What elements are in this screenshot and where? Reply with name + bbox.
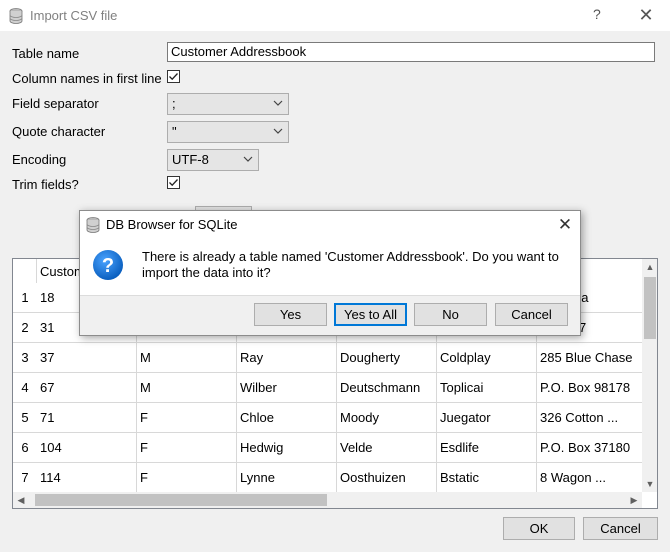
table-cell[interactable]: P.O. Box 37180	[537, 433, 642, 463]
corner-cell	[13, 259, 37, 285]
table-cell[interactable]: 114	[37, 463, 137, 493]
table-cell[interactable]: Velde	[337, 433, 437, 463]
table-cell[interactable]: Oosthuizen	[337, 463, 437, 493]
encoding-value: UTF-8	[172, 152, 209, 167]
window-close-button[interactable]: ✕	[634, 4, 658, 28]
yes-to-all-button[interactable]: Yes to All	[334, 303, 407, 326]
svg-text:?: ?	[102, 255, 114, 277]
dialog-cancel-button[interactable]: Cancel	[495, 303, 568, 326]
row-number[interactable]: 4	[13, 373, 37, 403]
quote-character-label: Quote character	[12, 124, 106, 139]
vertical-scrollbar[interactable]: ▲ ▼	[642, 259, 657, 492]
no-button[interactable]: No	[414, 303, 487, 326]
quote-character-value: "	[172, 124, 177, 139]
field-separator-label: Field separator	[12, 96, 99, 111]
table-cell[interactable]: 326 Cotton ...	[537, 403, 642, 433]
table-cell[interactable]: Dougherty	[337, 343, 437, 373]
row-number[interactable]: 3	[13, 343, 37, 373]
field-separator-select[interactable]: ;	[167, 93, 289, 115]
check-icon	[169, 179, 178, 187]
column-names-label: Column names in first line	[12, 71, 162, 86]
row-number[interactable]: 6	[13, 433, 37, 463]
row-number[interactable]: 5	[13, 403, 37, 433]
dialog-message-line: import the data into it?	[142, 265, 271, 280]
table-cell[interactable]: Chloe	[237, 403, 337, 433]
vertical-scroll-thumb[interactable]	[644, 277, 656, 339]
dialog-body: ? There is already a table named 'Custom…	[80, 239, 580, 295]
scroll-up-icon[interactable]: ▲	[642, 259, 657, 275]
encoding-label: Encoding	[12, 152, 67, 167]
table-cell[interactable]: Wilber	[237, 373, 337, 403]
table-cell[interactable]: Hedwig	[237, 433, 337, 463]
table-cell[interactable]: M	[137, 373, 237, 403]
confirm-dialog: DB Browser for SQLite ✕ ? There is alrea…	[79, 210, 581, 336]
table-name-input[interactable]: Customer Addressbook	[167, 42, 655, 62]
cancel-button[interactable]: Cancel	[583, 517, 658, 540]
row-number[interactable]: 1	[13, 283, 37, 313]
database-icon	[86, 217, 100, 233]
dialog-close-button[interactable]: ✕	[554, 214, 576, 236]
row-number[interactable]: 2	[13, 313, 37, 343]
horizontal-scroll-thumb[interactable]	[35, 494, 327, 506]
field-separator-value: ;	[172, 96, 176, 111]
chevron-down-icon	[273, 128, 283, 134]
dialog-message: There is already a table named 'Customer…	[142, 249, 572, 281]
table-name-label: Table name	[12, 46, 80, 61]
table-cell[interactable]: 37	[37, 343, 137, 373]
scroll-left-icon[interactable]: ◀	[13, 492, 29, 508]
horizontal-scrollbar[interactable]: ◀ ▶	[13, 492, 642, 508]
table-cell[interactable]: Coldplay	[437, 343, 537, 373]
dialog-divider	[80, 295, 580, 296]
table-cell[interactable]: 8 Wagon ...	[537, 463, 642, 493]
yes-button[interactable]: Yes	[254, 303, 327, 326]
table-cell[interactable]: Toplicai	[437, 373, 537, 403]
table-cell[interactable]: Moody	[337, 403, 437, 433]
table-cell[interactable]: 67	[37, 373, 137, 403]
trim-fields-checkbox[interactable]	[167, 176, 180, 189]
window-titlebar: Import CSV file ? ✕	[0, 0, 670, 31]
table-cell[interactable]: F	[137, 463, 237, 493]
table-cell[interactable]: 285 Blue Chase	[537, 343, 642, 373]
question-icon: ?	[93, 250, 123, 280]
scroll-down-icon[interactable]: ▼	[642, 476, 657, 492]
help-button[interactable]: ?	[593, 6, 601, 22]
table-cell[interactable]: Bstatic	[437, 463, 537, 493]
encoding-select[interactable]: UTF-8	[167, 149, 259, 171]
dialog-title: DB Browser for SQLite	[106, 217, 238, 232]
table-cell[interactable]: M	[137, 343, 237, 373]
row-number[interactable]: 7	[13, 463, 37, 493]
window-title: Import CSV file	[30, 8, 118, 23]
quote-character-select[interactable]: "	[167, 121, 289, 143]
table-cell[interactable]: Ray	[237, 343, 337, 373]
chevron-down-icon	[243, 156, 253, 162]
table-cell[interactable]: Lynne	[237, 463, 337, 493]
table-cell[interactable]: Esdlife	[437, 433, 537, 463]
trim-fields-label: Trim fields?	[12, 177, 79, 192]
dialog-titlebar: DB Browser for SQLite ✕	[80, 211, 580, 239]
table-cell[interactable]: F	[137, 403, 237, 433]
table-cell[interactable]: Juegator	[437, 403, 537, 433]
column-names-checkbox[interactable]	[167, 70, 180, 83]
table-cell[interactable]: 71	[37, 403, 137, 433]
table-cell[interactable]: 104	[37, 433, 137, 463]
ok-button[interactable]: OK	[503, 517, 575, 540]
chevron-down-icon	[273, 100, 283, 106]
dialog-message-line: There is already a table named 'Customer…	[142, 249, 559, 264]
table-cell[interactable]: Deutschmann	[337, 373, 437, 403]
table-cell[interactable]: F	[137, 433, 237, 463]
table-cell[interactable]: P.O. Box 98178	[537, 373, 642, 403]
scroll-right-icon[interactable]: ▶	[626, 492, 642, 508]
database-icon	[9, 8, 23, 24]
check-icon	[169, 73, 178, 81]
